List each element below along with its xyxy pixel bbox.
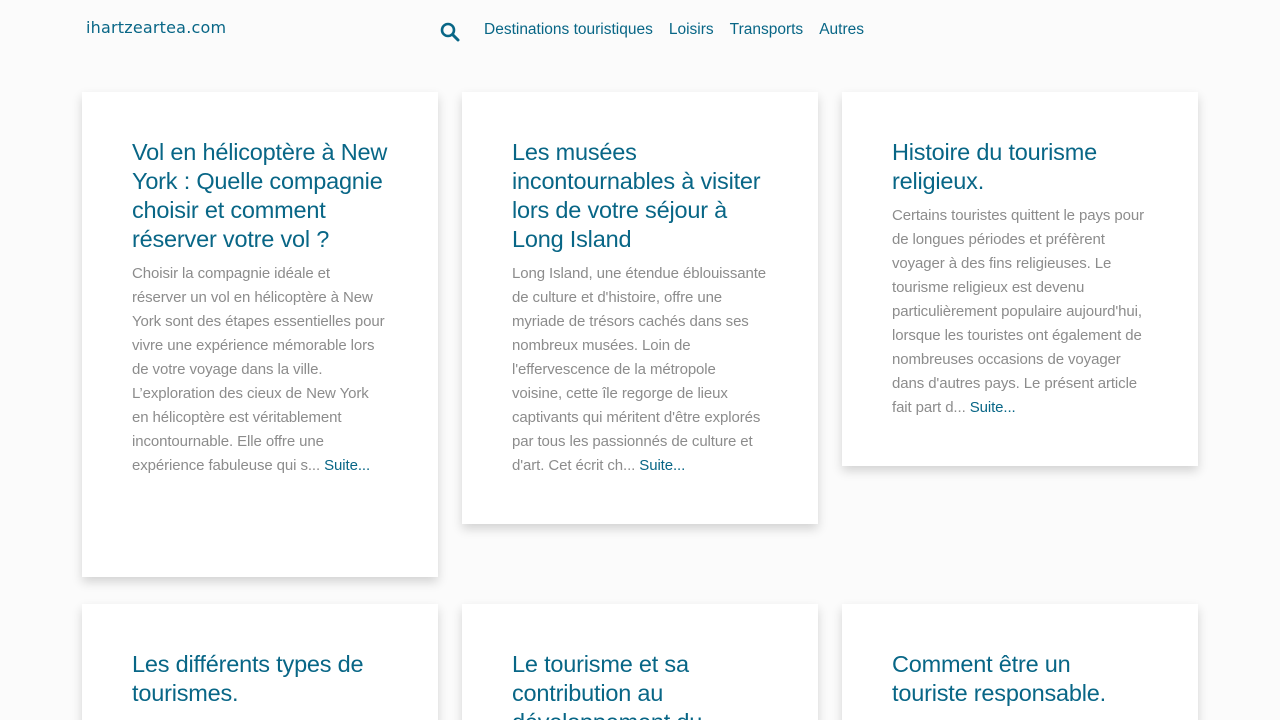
article-title[interactable]: Vol en hélicoptère à New York : Quelle c…	[132, 138, 388, 254]
article-excerpt-text: Choisir la compagnie idéale et réserver …	[132, 265, 385, 474]
site-logo[interactable]: ihartzeartea.com	[86, 18, 226, 37]
read-more-link[interactable]: Suite...	[970, 399, 1016, 416]
article-card: Les musées incontournables à visiter lor…	[462, 92, 818, 524]
nav-item-autres[interactable]: Autres	[819, 21, 864, 39]
article-card: Le tourisme et sa contribution au dévelo…	[462, 604, 818, 720]
article-excerpt-text: Certains touristes quittent le pays pour…	[892, 207, 1144, 416]
main-nav: Destinations touristiques Loisirs Transp…	[484, 21, 864, 39]
article-card: Histoire du tourisme religieux. Certains…	[842, 92, 1198, 466]
nav-item-transports[interactable]: Transports	[730, 21, 804, 39]
article-excerpt: Choisir la compagnie idéale et réserver …	[132, 262, 388, 478]
article-card: Vol en hélicoptère à New York : Quelle c…	[82, 92, 438, 577]
article-excerpt: Long Island, une étendue éblouissante de…	[512, 262, 768, 478]
article-title[interactable]: Le tourisme et sa contribution au dévelo…	[512, 650, 768, 720]
search-icon[interactable]	[440, 22, 460, 42]
nav-item-destinations[interactable]: Destinations touristiques	[484, 21, 653, 39]
nav-item-loisirs[interactable]: Loisirs	[669, 21, 714, 39]
article-title[interactable]: Les musées incontournables à visiter lor…	[512, 138, 768, 254]
article-excerpt: Certains touristes quittent le pays pour…	[892, 204, 1148, 420]
article-title[interactable]: Les différents types de tourismes.	[132, 650, 388, 708]
article-title[interactable]: Histoire du tourisme religieux.	[892, 138, 1148, 196]
read-more-link[interactable]: Suite...	[639, 457, 685, 474]
article-title[interactable]: Comment être un touriste responsable.	[892, 650, 1148, 708]
read-more-link[interactable]: Suite...	[324, 457, 370, 474]
site-header: ihartzeartea.com Destinations touristiqu…	[0, 0, 1280, 62]
article-card: Les différents types de tourismes.	[82, 604, 438, 720]
article-card: Comment être un touriste responsable.	[842, 604, 1198, 720]
article-excerpt-text: Long Island, une étendue éblouissante de…	[512, 265, 767, 474]
